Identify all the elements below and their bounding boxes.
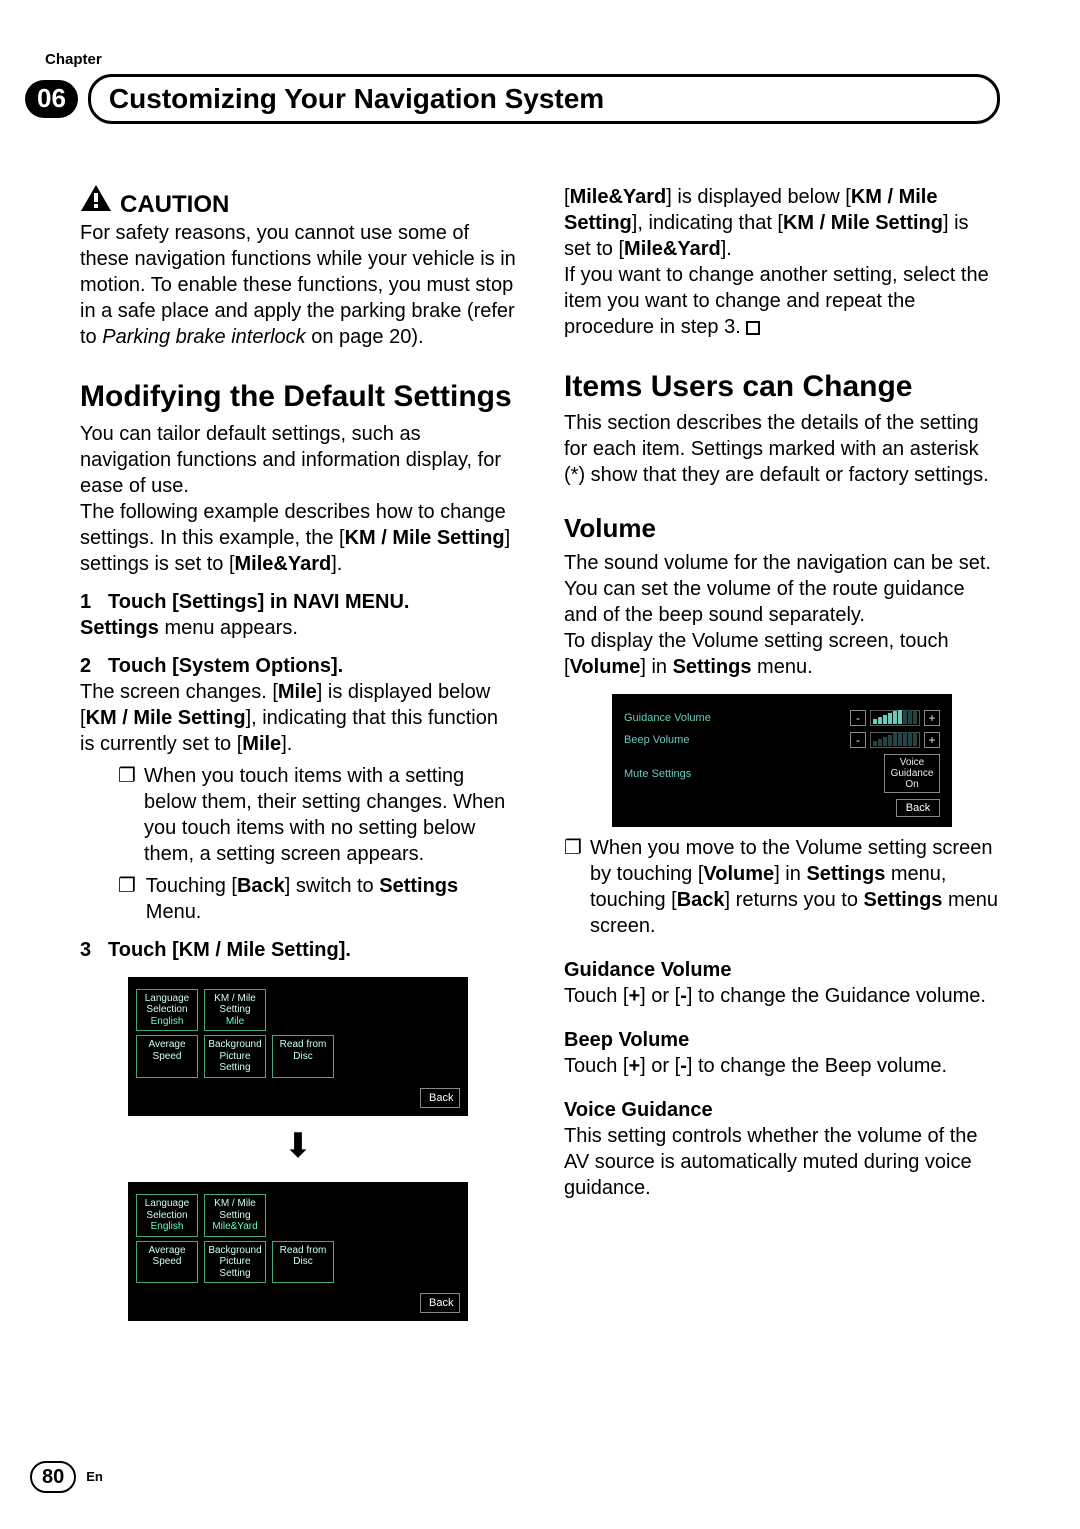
- ss-cell[interactable]: Background Picture Setting: [204, 1241, 266, 1284]
- step-2: 2 Touch [System Options].: [80, 653, 516, 679]
- step-3: 3 Touch [KM / Mile Setting].: [80, 937, 516, 963]
- section-modifying-title: Modifying the Default Settings: [80, 380, 516, 415]
- page-title: Customizing Your Navigation System: [88, 74, 1000, 124]
- ss-cell[interactable]: Read from Disc: [272, 1241, 334, 1284]
- beep-volume-heading: Beep Volume: [564, 1027, 1000, 1053]
- guidance-volume-label: Guidance Volume: [624, 711, 734, 725]
- bullet-1: ❐ When you touch items with a setting be…: [118, 763, 516, 867]
- back-button[interactable]: Back: [420, 1088, 460, 1108]
- settings-screenshot-after: Language SelectionEnglish KM / Mile Sett…: [128, 1182, 468, 1321]
- step-2-body: The screen changes. [Mile] is displayed …: [80, 679, 516, 757]
- mod-p1: You can tailor default settings, such as…: [80, 421, 516, 499]
- page-footer: 80 En: [30, 1461, 103, 1493]
- ss-cell[interactable]: KM / Mile SettingMile: [204, 989, 266, 1032]
- ss-cell[interactable]: Language SelectionEnglish: [136, 1194, 198, 1237]
- step-1-sub: Settings menu appears.: [80, 615, 516, 641]
- guidance-volume-body: Touch [+] or [-] to change the Guidance …: [564, 983, 1000, 1009]
- stop-icon: [746, 321, 760, 335]
- guidance-volume-heading: Guidance Volume: [564, 957, 1000, 983]
- voice-guidance-body: This setting controls whether the volume…: [564, 1123, 1000, 1201]
- items-title: Items Users can Change: [564, 370, 1000, 405]
- page-number: 80: [30, 1461, 76, 1493]
- ss-cell[interactable]: Read from Disc: [272, 1035, 334, 1078]
- ss-cell[interactable]: Average Speed: [136, 1241, 198, 1284]
- bullet-2: ❐ Touching [Back] switch to Settings Men…: [118, 873, 516, 925]
- box-bullet-icon: ❐: [118, 763, 134, 867]
- beep-volume-body: Touch [+] or [-] to change the Beep volu…: [564, 1053, 1000, 1079]
- settings-screenshot-before: Language SelectionEnglish KM / Mile Sett…: [128, 977, 468, 1116]
- voice-guidance-button[interactable]: Voice GuidanceOn: [884, 754, 940, 793]
- volume-screenshot: Guidance Volume - + Beep Volume - +: [612, 694, 952, 827]
- back-button[interactable]: Back: [896, 799, 940, 817]
- mod-p2: The following example describes how to c…: [80, 499, 516, 577]
- minus-button[interactable]: -: [850, 732, 866, 748]
- language-label: En: [86, 1469, 103, 1486]
- beep-volume-label: Beep Volume: [624, 733, 734, 747]
- minus-button[interactable]: -: [850, 710, 866, 726]
- ss-cell[interactable]: Language SelectionEnglish: [136, 989, 198, 1032]
- voice-guidance-heading: Voice Guidance: [564, 1097, 1000, 1123]
- caution-heading: CAUTION: [80, 184, 516, 220]
- volume-slider[interactable]: [870, 710, 920, 726]
- right-column: [Mile&Yard] is displayed below [KM / Mil…: [564, 184, 1000, 1329]
- volume-p2: To display the Volume setting screen, to…: [564, 628, 1000, 680]
- top-continuation: [Mile&Yard] is displayed below [KM / Mil…: [564, 184, 1000, 262]
- chapter-number: 06: [25, 80, 78, 118]
- arrow-down-icon: ⬇: [80, 1124, 516, 1168]
- page-header: 06 Customizing Your Navigation System: [25, 74, 1000, 124]
- step-1: 1 Touch [Settings] in NAVI MENU.: [80, 589, 516, 615]
- volume-bullet: ❐ When you move to the Volume setting sc…: [564, 835, 1000, 939]
- mute-settings-label: Mute Settings: [624, 767, 734, 781]
- plus-button[interactable]: +: [924, 710, 940, 726]
- left-column: CAUTION For safety reasons, you cannot u…: [80, 184, 516, 1329]
- ss-cell[interactable]: KM / Mile SettingMile&Yard: [204, 1194, 266, 1237]
- caution-label: CAUTION: [120, 189, 229, 220]
- chapter-label: Chapter: [45, 50, 1000, 70]
- box-bullet-icon: ❐: [118, 873, 136, 925]
- ss-cell[interactable]: Background Picture Setting: [204, 1035, 266, 1078]
- volume-heading: Volume: [564, 512, 1000, 546]
- items-body: This section describes the details of th…: [564, 410, 1000, 488]
- warning-icon: [80, 184, 112, 220]
- box-bullet-icon: ❐: [564, 835, 580, 939]
- top-p2: If you want to change another setting, s…: [564, 262, 1000, 340]
- ss-cell[interactable]: Average Speed: [136, 1035, 198, 1078]
- plus-button[interactable]: +: [924, 732, 940, 748]
- back-button[interactable]: Back: [420, 1293, 460, 1313]
- volume-p1: The sound volume for the navigation can …: [564, 550, 1000, 628]
- caution-body: For safety reasons, you cannot use some …: [80, 220, 516, 350]
- volume-slider[interactable]: [870, 732, 920, 748]
